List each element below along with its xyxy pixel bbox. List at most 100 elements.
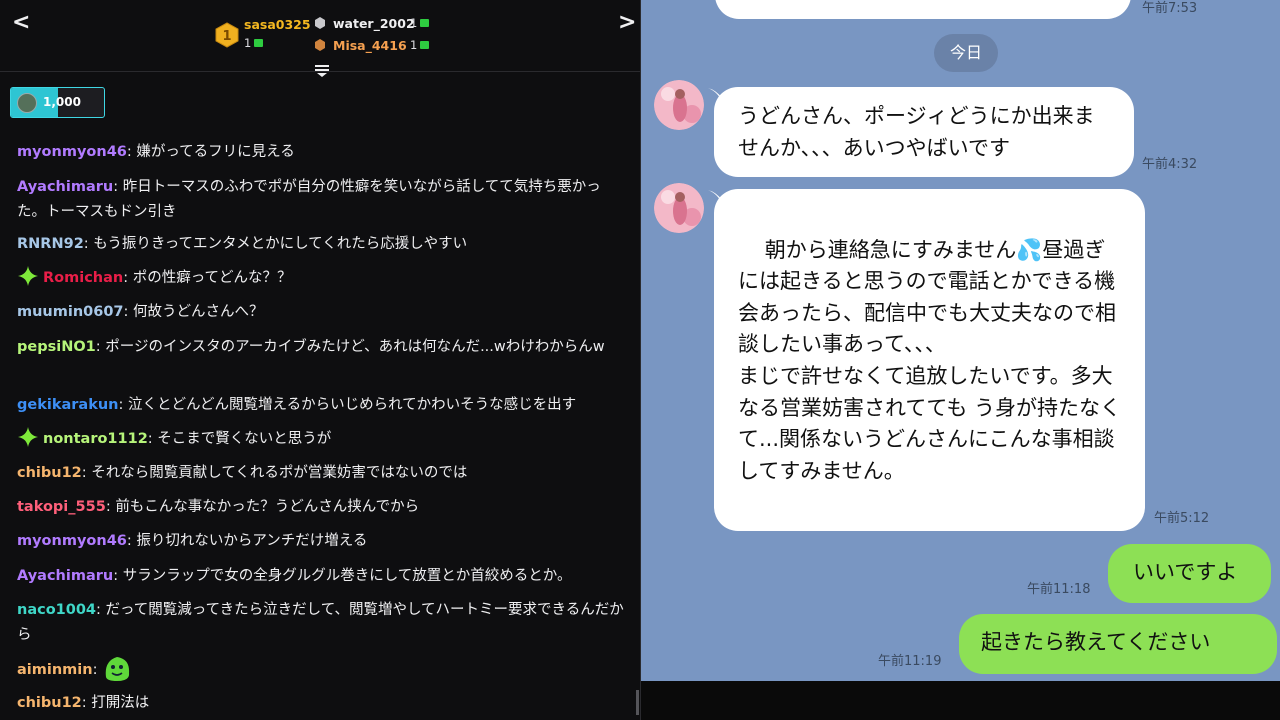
sparkle-badge-icon: [18, 266, 38, 286]
message-time: 午前5:12: [1154, 511, 1210, 526]
chat-colon: :: [147, 431, 158, 447]
contact-avatar-image: [654, 183, 704, 233]
chat-message: gekikarakun: 泣くとどんどん閲覧増えるからいじめられてかわいそうな感…: [17, 393, 629, 418]
chat-colon: :: [113, 568, 123, 584]
chat-colon: :: [105, 499, 116, 515]
chevron-left-icon[interactable]: <: [12, 12, 30, 34]
chat-message: myonmyon46: 振り切れないからアンチだけ増える: [17, 529, 629, 554]
chat-username[interactable]: Ayachimaru: [17, 179, 113, 195]
chat-colon: :: [81, 695, 92, 711]
chat-colon: :: [123, 304, 134, 320]
chat-message-text: だって閲覧減ってきたら泣きだして、閲覧増やしてハートミー要求できるんだから: [17, 602, 624, 643]
chat-message-text: ポージのインスタのアーカイブみたけど、あれは何なんだ...wわけわからんw: [105, 339, 605, 355]
leaderboard-first-name: sasa0325: [244, 17, 311, 32]
chat-message: Romichan: ポの性癖ってどんな？？: [17, 266, 629, 291]
received-message-text: 朝から連絡急にすみません💦昼過ぎには起きると思うので電話とかできる機会あったら、…: [738, 237, 1121, 483]
previous-message-bubble: [715, 0, 1131, 19]
gem-icon: [254, 38, 264, 47]
chat-colon: :: [81, 465, 92, 481]
chat-username[interactable]: gekikarakun: [17, 397, 118, 413]
chat-colon: :: [96, 602, 106, 618]
first-rank-number: 1: [222, 29, 231, 44]
sent-message-bubble[interactable]: 起きたら教えてください: [959, 614, 1277, 674]
received-message-bubble[interactable]: うどんさん、ポージィどうにか出来ませんか、、、あいつやばいです: [714, 87, 1134, 177]
chat-message-text: 泣くとどんどん閲覧増えるからいじめられてかわいそうな感じを出す: [127, 397, 577, 413]
sparkle-badge-icon: [18, 427, 38, 447]
chat-message: muumin0607: 何故うどんさんへ？: [17, 300, 629, 325]
collapse-menu-icon[interactable]: [314, 64, 330, 78]
chat-username[interactable]: myonmyon46: [17, 144, 127, 160]
chevron-right-icon[interactable]: >: [618, 12, 636, 34]
message-time: 午前4:32: [1142, 157, 1198, 172]
sent-message-text: いいですよ: [1133, 560, 1238, 584]
chat-message-text: 何故うどんさんへ？: [133, 304, 264, 320]
chat-username[interactable]: chibu12: [17, 695, 82, 711]
date-divider: 今日: [934, 34, 998, 72]
chat-message: chibu12: 打開法は: [17, 691, 629, 716]
chat-message-text: ポの性癖ってどんな？？: [132, 270, 292, 286]
chat-message: pepsiNO1: ポージのインスタのアーカイブみたけど、あれは何なんだ...w…: [17, 335, 629, 360]
chat-message-text: サランラップで女の全身グルグル巻きにして放置とか首絞めるとか。: [122, 568, 572, 584]
chat-colon: :: [95, 339, 106, 355]
chat-colon: :: [126, 144, 137, 160]
pinned-amount: 1,000: [43, 95, 81, 109]
chat-message-text: それなら閲覧貢献してくれるポが営業妨害ではないのでは: [91, 465, 468, 481]
chat-username[interactable]: takopi_555: [17, 499, 106, 515]
chat-message-text: そこまで賢くないと思うが: [157, 431, 332, 447]
chat-username[interactable]: pepsiNO1: [17, 339, 96, 355]
chat-message-text: もう振りきってエンタメとかにしてくれたら応援しやすい: [93, 236, 468, 252]
leaderboard-third-name: Misa_4416: [333, 38, 407, 53]
leaderboard-second-name: water_2002: [333, 16, 415, 31]
sent-message-bubble[interactable]: いいですよ: [1108, 544, 1271, 603]
leaderboard-first-count-value: 1: [244, 36, 252, 50]
leaderboard-first-count: 1: [244, 36, 264, 50]
gem-icon: [420, 40, 430, 49]
chat-colon: :: [113, 179, 123, 195]
chat-username[interactable]: muumin0607: [17, 304, 124, 320]
previous-message-time: 午前7:53: [1142, 1, 1198, 16]
chat-username[interactable]: naco1004: [17, 602, 96, 618]
chat-message: takopi_555: 前もこんな事なかった？うどんさん挟んでから: [17, 495, 629, 520]
chat-username[interactable]: RNRN92: [17, 236, 84, 252]
chat-colon: :: [83, 236, 94, 252]
received-message-bubble[interactable]: 朝から連絡急にすみません💦昼過ぎには起きると思うので電話とかできる機会あったら、…: [714, 189, 1145, 531]
chat-scrollbar[interactable]: [636, 690, 639, 715]
chat-username[interactable]: Ayachimaru: [17, 568, 113, 584]
gem-icon: [420, 18, 430, 27]
silver-hexagon-badge-icon: [315, 17, 325, 29]
chat-message-text: 振り切れないからアンチだけ増える: [136, 533, 368, 549]
line-chat-panel: 午前7:53 今日 うどんさん、ポージィどうにか出来ませんか、、、あいつやばいで…: [641, 0, 1280, 720]
chat-message: aiminmin:: [17, 655, 629, 685]
sent-message-text: 起きたら教えてください: [981, 630, 1211, 654]
green-blob-emote-icon: [105, 657, 130, 681]
chat-username[interactable]: nontaro1112: [43, 431, 148, 447]
line-input-bar-area: [641, 681, 1280, 720]
contact-avatar[interactable]: [654, 80, 704, 130]
chat-username[interactable]: chibu12: [17, 465, 82, 481]
chat-message: chibu12: それなら閲覧貢献してくれるポが営業妨害ではないのでは: [17, 461, 629, 486]
pinned-gift-progress[interactable]: 1,000: [10, 87, 105, 118]
chat-username[interactable]: myonmyon46: [17, 533, 127, 549]
chat-message-text: 嫌がってるフリに見える: [136, 144, 295, 160]
chat-message-text: 打開法は: [91, 695, 150, 711]
chat-leaderboard-header: < > 1 sasa0325 1 water_2002 1 Misa_4416 …: [0, 0, 640, 77]
chat-message-text: 前もこんな事なかった？うどんさん挟んでから: [115, 499, 420, 515]
leaderboard-third-count: 1: [410, 38, 430, 52]
bronze-hexagon-badge-icon: [315, 39, 325, 51]
chat-username[interactable]: aiminmin: [17, 662, 93, 678]
chat-message: nontaro1112: そこまで賢くないと思うが: [17, 427, 629, 452]
chat-colon: :: [92, 662, 103, 678]
chat-username[interactable]: Romichan: [43, 270, 123, 286]
leaderboard-third-count-value: 1: [410, 38, 418, 52]
chat-colon: :: [126, 533, 137, 549]
gold-hexagon-badge-icon: 1: [215, 22, 239, 48]
chat-message: myonmyon46: 嫌がってるフリに見える: [17, 140, 629, 165]
leaderboard-second-count: 1: [410, 16, 430, 30]
chat-message: naco1004: だって閲覧減ってきたら泣きだして、閲覧増やしてハートミー要求…: [17, 598, 629, 648]
chat-colon: :: [123, 270, 133, 286]
stream-chat-panel: < > 1 sasa0325 1 water_2002 1 Misa_4416 …: [0, 0, 641, 720]
leaderboard-second-count-value: 1: [410, 16, 418, 30]
message-time: 午前11:18: [1027, 582, 1091, 597]
gifter-avatar: [17, 93, 37, 113]
contact-avatar[interactable]: [654, 183, 704, 233]
